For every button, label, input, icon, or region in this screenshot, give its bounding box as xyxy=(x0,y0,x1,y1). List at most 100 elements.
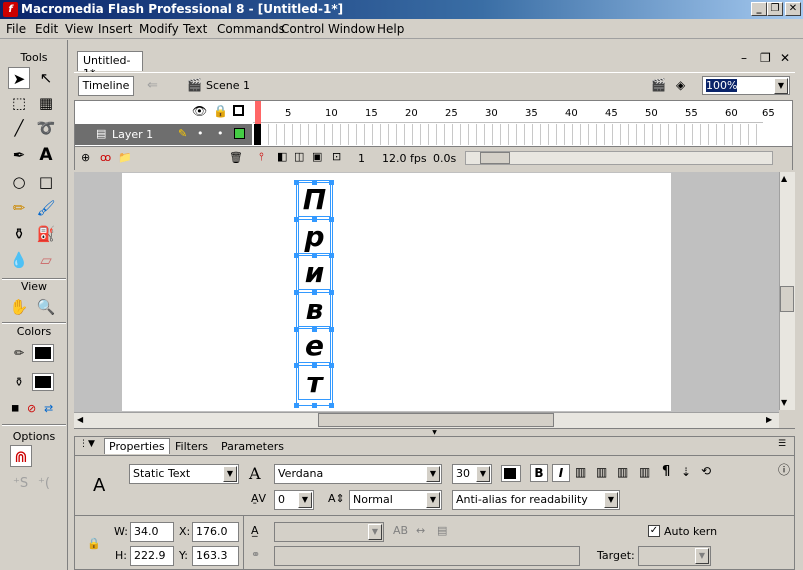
menu-text[interactable]: Text xyxy=(183,22,207,36)
timeline-toggle-button[interactable]: Timeline xyxy=(78,76,134,96)
stage-text-letter[interactable]: т xyxy=(298,364,331,400)
menu-insert[interactable]: Insert xyxy=(98,22,132,36)
chevron-down-icon[interactable]: ▼ xyxy=(426,466,440,482)
selection-handle[interactable] xyxy=(312,363,317,368)
pencil-tool-icon[interactable]: ✏ xyxy=(8,197,30,219)
menu-commands[interactable]: Commands xyxy=(217,22,285,36)
delete-layer-icon[interactable]: 🗑 xyxy=(229,151,243,164)
constrain-lock-icon[interactable]: 🔒 xyxy=(87,537,101,550)
align-left-icon[interactable]: ▥ xyxy=(575,465,586,479)
chevron-down-icon[interactable]: ▼ xyxy=(298,492,312,508)
swap-colors-icon[interactable]: ⇄ xyxy=(44,402,53,415)
minimize-button[interactable]: _ xyxy=(751,2,767,16)
stage-text-letter[interactable]: е xyxy=(298,328,331,363)
italic-button[interactable]: I xyxy=(552,464,570,482)
baseline-select[interactable]: Normal ▼ xyxy=(349,490,442,510)
align-right-icon[interactable]: ▥ xyxy=(617,465,628,479)
layer-name[interactable]: Layer 1 xyxy=(112,128,153,141)
ink-bottle-tool-icon[interactable]: ⚱ xyxy=(8,223,30,245)
timeline-hscrollbar[interactable] xyxy=(465,151,773,165)
subselection-tool-icon[interactable]: ↖ xyxy=(35,67,57,89)
center-frame-icon[interactable]: ⫯ xyxy=(259,150,264,164)
hand-tool-icon[interactable]: ✋ xyxy=(8,296,30,318)
chevron-down-icon[interactable]: ▼ xyxy=(774,78,788,94)
vscroll-thumb[interactable] xyxy=(780,286,794,312)
stage-text-letter[interactable]: П xyxy=(298,182,331,217)
doc-close-button[interactable]: ✕ xyxy=(780,51,790,65)
selection-handle[interactable] xyxy=(294,327,299,332)
paint-bucket-tool-icon[interactable]: ⛽ xyxy=(35,223,57,245)
selection-handle[interactable] xyxy=(294,290,299,295)
tab-filters[interactable]: Filters xyxy=(175,440,208,453)
scroll-right-icon[interactable]: ▶ xyxy=(766,415,772,424)
text-orientation-icon[interactable]: ⇣ xyxy=(681,465,691,479)
panel-menu-icon[interactable]: ☰ xyxy=(778,439,786,449)
selection-handle[interactable] xyxy=(312,180,317,185)
chevron-down-icon[interactable]: ▼ xyxy=(476,466,490,482)
frame-row[interactable] xyxy=(253,124,763,145)
close-button[interactable]: ✕ xyxy=(785,2,801,16)
scroll-down-icon[interactable]: ▼ xyxy=(781,398,787,407)
tab-properties[interactable]: Properties xyxy=(104,438,170,454)
selection-handle[interactable] xyxy=(294,217,299,222)
auto-kern-checkbox[interactable]: ✓ xyxy=(648,525,660,537)
menu-control[interactable]: Control xyxy=(281,22,324,36)
doc-minimize-button[interactable]: – xyxy=(741,51,747,65)
menu-help[interactable]: Help xyxy=(377,22,404,36)
pen-tool-icon[interactable]: ✒ xyxy=(8,144,30,166)
rectangle-tool-icon[interactable]: □ xyxy=(35,171,57,193)
stage-hscrollbar[interactable]: ◀ ▶ xyxy=(74,412,779,428)
chevron-down-icon[interactable]: ▼ xyxy=(223,466,237,482)
add-layer-icon[interactable]: ⊕ xyxy=(81,151,90,164)
lock-icon[interactable]: 🔒 xyxy=(213,104,228,118)
layer-color-swatch[interactable] xyxy=(234,128,245,139)
antialias-select[interactable]: Anti-alias for readability ▼ xyxy=(452,490,620,510)
outline-icon[interactable] xyxy=(233,105,244,116)
zoom-select[interactable]: 100% ▼ xyxy=(702,76,790,95)
gradient-transform-tool-icon[interactable]: ▦ xyxy=(35,92,57,114)
keyframe[interactable] xyxy=(254,124,261,145)
tab-parameters[interactable]: Parameters xyxy=(221,440,284,453)
menu-view[interactable]: View xyxy=(65,22,93,36)
edit-scene-icon[interactable]: 🎬 xyxy=(651,78,666,92)
edit-symbols-icon[interactable]: ◈ xyxy=(676,78,685,92)
paragraph-icon[interactable]: ¶ xyxy=(662,464,670,479)
oval-tool-icon[interactable]: ○ xyxy=(8,171,30,193)
bold-button[interactable]: B xyxy=(530,464,548,482)
modify-markers-icon[interactable]: ⊡ xyxy=(332,150,341,163)
selection-handle[interactable] xyxy=(329,180,334,185)
selection-handle[interactable] xyxy=(329,290,334,295)
add-folder-icon[interactable]: 📁 xyxy=(118,151,132,164)
onion-skin-icon[interactable]: ◧ xyxy=(277,150,287,163)
hscroll-thumb[interactable] xyxy=(318,413,554,427)
stage-text-letter[interactable]: р xyxy=(298,218,331,254)
edit-multiple-frames-icon[interactable]: ▣ xyxy=(312,150,322,163)
selection-handle[interactable] xyxy=(312,217,317,222)
eye-icon[interactable]: 👁 xyxy=(192,104,207,118)
no-color-icon[interactable]: ⊘ xyxy=(27,402,36,415)
menu-file[interactable]: File xyxy=(6,22,26,36)
menu-modify[interactable]: Modify xyxy=(139,22,179,36)
selection-handle[interactable] xyxy=(312,253,317,258)
lasso-tool-icon[interactable]: ➰ xyxy=(35,117,57,139)
fill-color-swatch[interactable] xyxy=(32,373,54,391)
chevron-down-icon[interactable]: ▼ xyxy=(604,492,618,508)
black-white-icon[interactable]: ◼ xyxy=(11,403,19,414)
text-tool-icon[interactable]: A xyxy=(35,144,57,166)
gripper-icon[interactable]: ⋮▼ xyxy=(79,439,95,449)
align-center-icon[interactable]: ▥ xyxy=(596,465,607,479)
document-tab[interactable]: Untitled-1* xyxy=(77,51,143,80)
menu-window[interactable]: Window xyxy=(328,22,375,36)
free-transform-tool-icon[interactable]: ⬚ xyxy=(8,92,30,114)
zoom-tool-icon[interactable]: 🔍 xyxy=(35,296,57,318)
playhead[interactable] xyxy=(255,101,261,124)
selection-handle[interactable] xyxy=(329,363,334,368)
selection-handle[interactable] xyxy=(329,253,334,258)
eyedropper-tool-icon[interactable]: 💧 xyxy=(8,249,30,271)
panel-collapse-bar[interactable]: ▼ xyxy=(74,428,795,436)
letter-spacing-field[interactable]: 0 ▼ xyxy=(274,490,314,510)
stage-text-letter[interactable]: в xyxy=(298,291,331,327)
width-field[interactable]: 34.0 xyxy=(130,522,174,542)
help-icon[interactable]: ⓘ xyxy=(778,461,790,478)
selection-handle[interactable] xyxy=(294,180,299,185)
